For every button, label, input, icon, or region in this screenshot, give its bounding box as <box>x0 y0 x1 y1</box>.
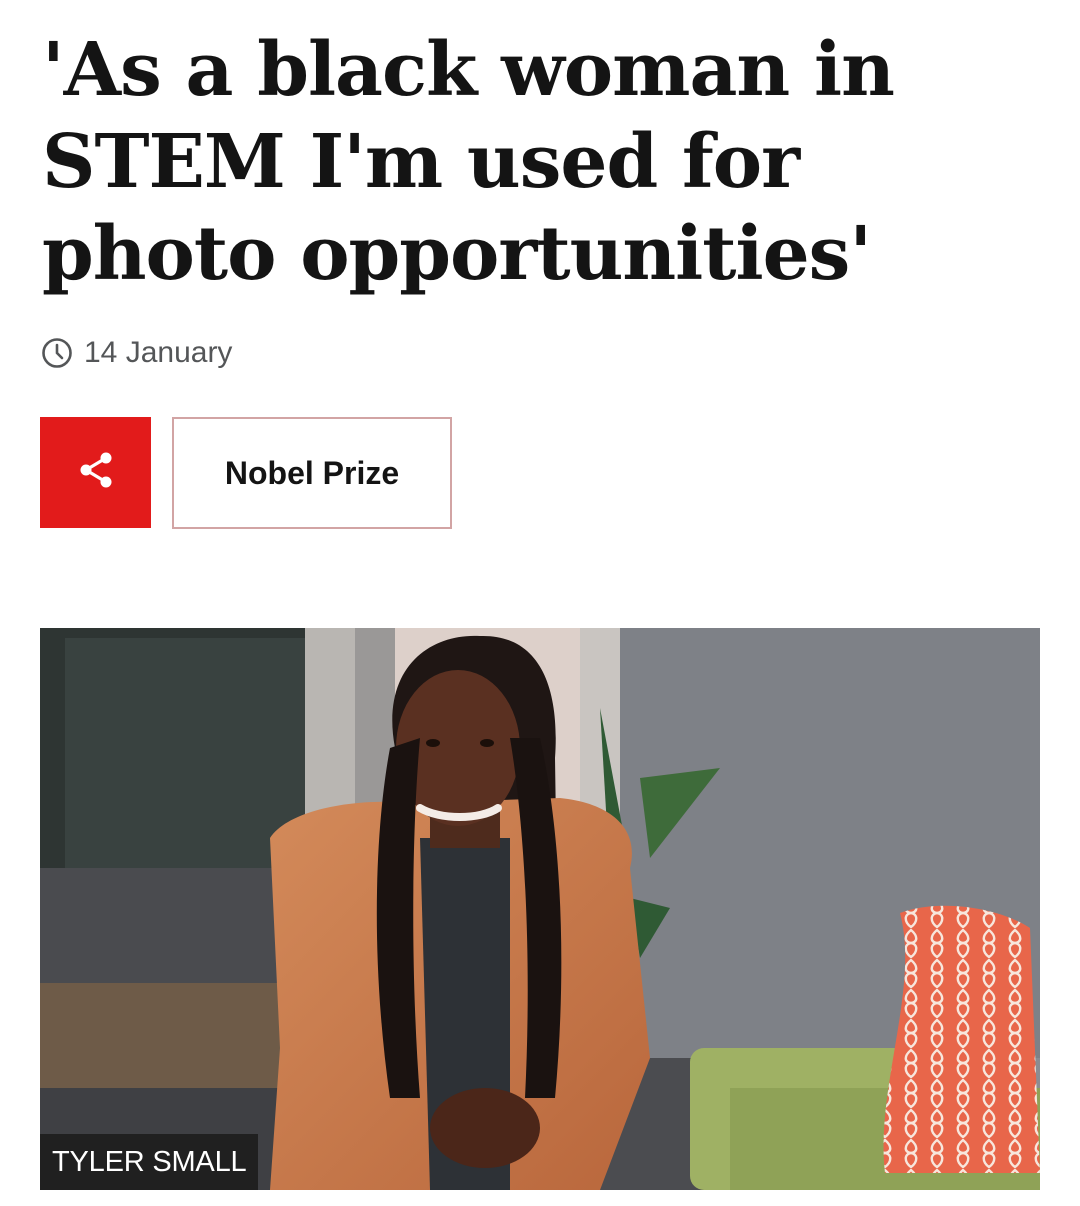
share-button[interactable] <box>40 417 151 528</box>
image-credit: TYLER SMALL <box>40 1134 259 1190</box>
share-icon <box>75 449 117 496</box>
article-date: 14 January <box>40 336 232 370</box>
clock-icon <box>40 336 74 370</box>
date-text: 14 January <box>84 336 233 369</box>
topic-tag-button[interactable]: Nobel Prize <box>172 417 452 529</box>
hero-photo <box>40 628 1040 1190</box>
article-headline: 'As a black woman in STEM I'm used for p… <box>42 27 895 297</box>
hero-image: TYLER SMALL <box>40 628 1040 1190</box>
